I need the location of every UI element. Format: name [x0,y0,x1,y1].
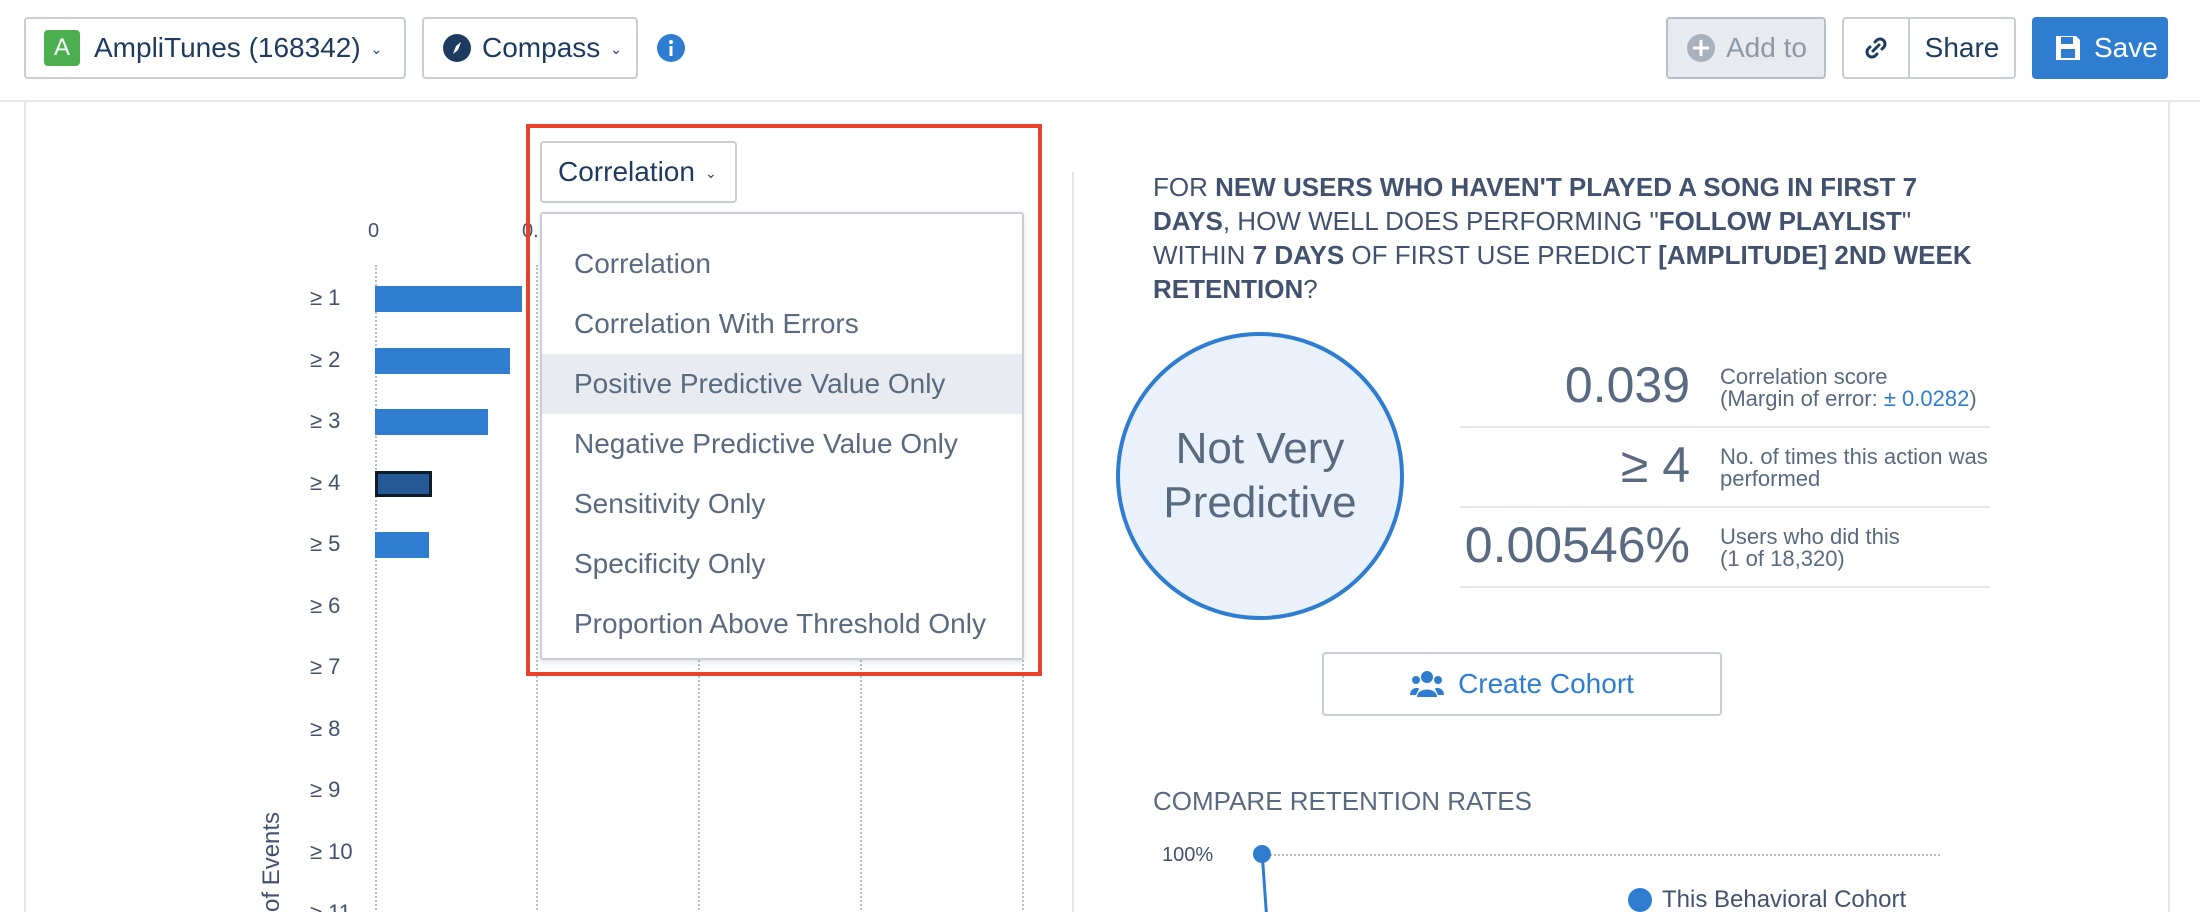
retention-gridline [1262,854,1940,856]
bar[interactable] [375,286,522,312]
share-label: Share [1924,32,2000,63]
menu-item[interactable]: Sensitivity Only [542,474,1022,534]
copy-link-button[interactable] [1842,17,1910,79]
y-tick-label: ≥ 5 [310,531,341,556]
stat-label: Users who did this (1 of 18,320) [1720,526,2000,570]
panel-divider [1072,172,1074,912]
chevron-down-icon: ⌄ [704,164,717,181]
create-cohort-label: Create Cohort [1458,668,1634,699]
stat-label-text: No. of times this action was performed [1720,444,1988,491]
y-tick-label: ≥ 8 [310,715,341,741]
y-axis-title: of Events [258,811,285,912]
menu-item[interactable]: Positive Predictive Value Only [542,354,1022,414]
save-label: Save [2094,32,2158,63]
menu-item[interactable]: Negative Predictive Value Only [542,414,1022,474]
link-icon [1865,37,1887,59]
save-disk-icon [2056,36,2080,60]
menu-item[interactable]: Correlation [542,234,1022,294]
verdict-line: Not Very [1175,424,1345,473]
menu-item[interactable]: Correlation With Errors [542,294,1022,354]
plus-circle-icon [1687,34,1715,62]
predictiveness-verdict: Not Very Predictive [1116,332,1404,620]
analysis-question: For new users who haven't played a song … [1153,170,1973,306]
question-text: For [1153,172,1216,202]
add-to-label: Add to [1726,32,1807,63]
share-button[interactable]: Share [1908,17,2016,79]
stat-value: 0.00546% [1464,517,1690,573]
y-tick-label: ≥ 6 [310,592,341,618]
stat-label-text: ) [1969,386,1977,411]
bar[interactable] [375,409,488,435]
menu-item[interactable]: Specificity Only [542,534,1022,594]
metric-select-label: Correlation [558,156,695,187]
verdict-line: Predictive [1163,478,1357,527]
legend-label: This Behavioral Cohort [1662,886,1907,912]
retention-data-point [1253,845,1271,863]
stat-label-text: (1 of 18,320) [1720,546,1845,571]
stat-correlation: 0.039 Correlation score (Margin of error… [1460,348,1990,428]
bar[interactable] [375,470,432,497]
y-tick-label: ≥ 11 [310,900,360,912]
bar[interactable] [375,532,429,558]
menu-item[interactable]: Proportion Above Threshold Only [542,594,1022,654]
y-tick-label: ≥ 4 [310,469,341,495]
compare-retention-title: COMPARE RETENTION RATES [1153,786,1532,816]
add-to-button[interactable]: Add to [1666,17,1826,79]
y-tick-label: ≥ 3 [310,408,341,433]
stat-value: 0.039 [1564,357,1690,413]
y-tick-label: ≥ 9 [310,777,341,802]
y-tick-label: ≥ 7 [310,654,341,679]
metric-dropdown-menu: Correlation Correlation With Errors Positi… [540,212,1024,660]
stat-users-did-this: 0.00546% Users who did this (1 of 18,320… [1460,508,1990,588]
question-event: Follow Playlist [1658,206,1902,236]
margin-of-error-link[interactable]: ± 0.0282 [1884,386,1969,411]
stat-label: No. of times this action was performed [1720,446,2000,490]
bar[interactable] [375,347,510,374]
question-window: 7 days [1252,240,1345,270]
x-tick-label: 0 [368,220,380,242]
save-button[interactable]: Save [2032,17,2168,79]
metric-select[interactable]: Correlation ⌄ [540,141,737,203]
stat-times-performed: ≥ 4 No. of times this action was perform… [1460,428,1990,508]
y-tick-label: ≥ 10 [310,838,353,864]
question-text: of first use predict [1344,240,1659,270]
y-tick-label: ≥ 2 [310,346,341,372]
question-text: ? [1303,274,1318,304]
retention-legend-item: This Behavioral Cohort [1628,886,1906,912]
legend-swatch [1628,888,1652,912]
stat-label: Correlation score (Margin of error: ± 0.… [1720,366,2000,410]
stat-value: ≥ 4 [1620,437,1690,493]
create-cohort-button[interactable]: Create Cohort [1322,652,1722,716]
users-icon [1410,671,1445,697]
y-tick-label: ≥ 1 [310,285,341,310]
retention-y-tick-label: 100% [1162,844,1214,866]
stat-label-text: (Margin of error: [1720,386,1884,411]
question-text: , how well does performing " [1222,206,1659,236]
